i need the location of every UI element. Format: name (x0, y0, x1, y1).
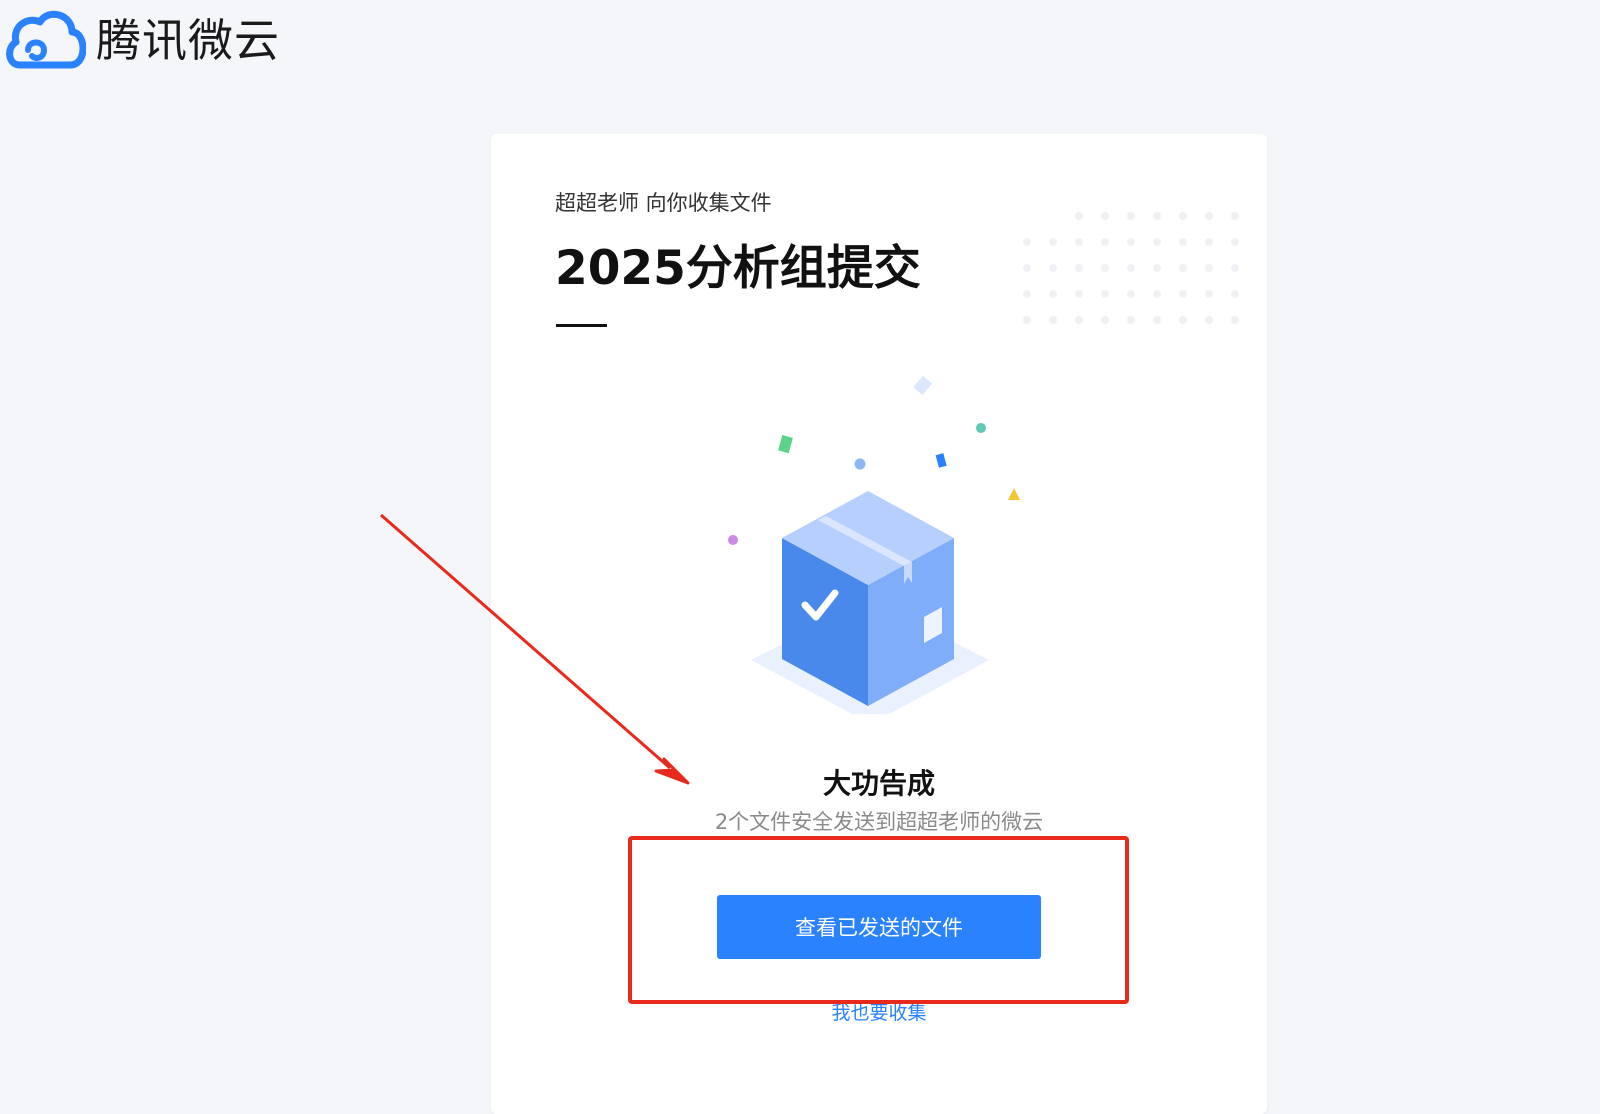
top-bar: 腾讯微云 (0, 0, 1600, 86)
view-sent-files-button[interactable]: 查看已发送的文件 (717, 895, 1041, 959)
status-heading: 大功告成 (822, 767, 935, 800)
brand-name: 腾讯微云 (96, 14, 281, 67)
task-title: 2025分析组提交 (555, 241, 921, 296)
collector-line: 超超老师 向你收集文件 (555, 191, 772, 215)
dot-pattern-decoration (1023, 212, 1239, 324)
package-check-icon (728, 375, 1020, 714)
title-divider (556, 324, 607, 327)
collect-too-link[interactable]: 我也要收集 (491, 998, 1267, 1025)
cloud-logo-icon (6, 10, 86, 69)
brand[interactable]: 腾讯微云 (6, 10, 280, 72)
collection-result-card: 超超老师 向你收集文件 2025分析组提交 大功告成 2个文件安全发送到超超老师… (491, 134, 1267, 1114)
status-detail: 2个文件安全发送到超超老师的微云 (714, 810, 1044, 834)
